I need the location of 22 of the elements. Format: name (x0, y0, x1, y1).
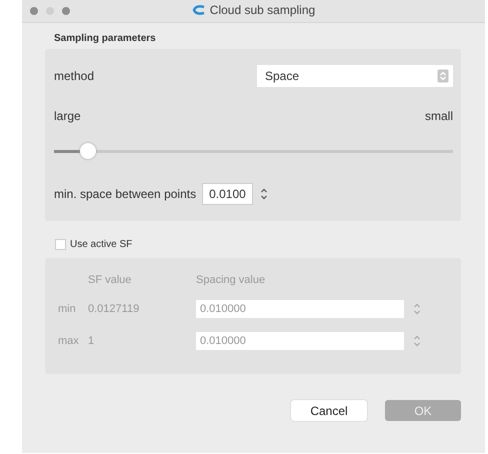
checkbox-label: Use active SF (70, 239, 132, 250)
column-header: SF value (88, 274, 132, 286)
slider-handle[interactable] (80, 143, 96, 159)
row-label: max (58, 335, 80, 347)
row-label: min (58, 303, 77, 315)
group-title: Sampling parameters (54, 33, 157, 44)
large-label: large (54, 109, 81, 123)
zoom-icon[interactable] (62, 7, 70, 15)
dialog-button[interactable]: Cancel (291, 400, 367, 421)
spacing-field[interactable]: 0.0100 (202, 183, 253, 205)
cloud-icon (192, 5, 206, 15)
window-title: Cloud sub sampling (210, 3, 316, 17)
sf-value: 1 (88, 335, 96, 347)
stepper-icon[interactable] (258, 186, 269, 202)
close-icon[interactable] (30, 7, 38, 15)
small-label: small (424, 109, 453, 123)
sf-value: 0.0127119 (88, 303, 140, 315)
stepper-icon (437, 69, 449, 83)
method-label: method (54, 69, 94, 83)
method-dropdown[interactable]: Space (257, 65, 453, 87)
column-header: Spacing value (196, 274, 266, 286)
spacing-label: min. space between points (54, 187, 196, 201)
